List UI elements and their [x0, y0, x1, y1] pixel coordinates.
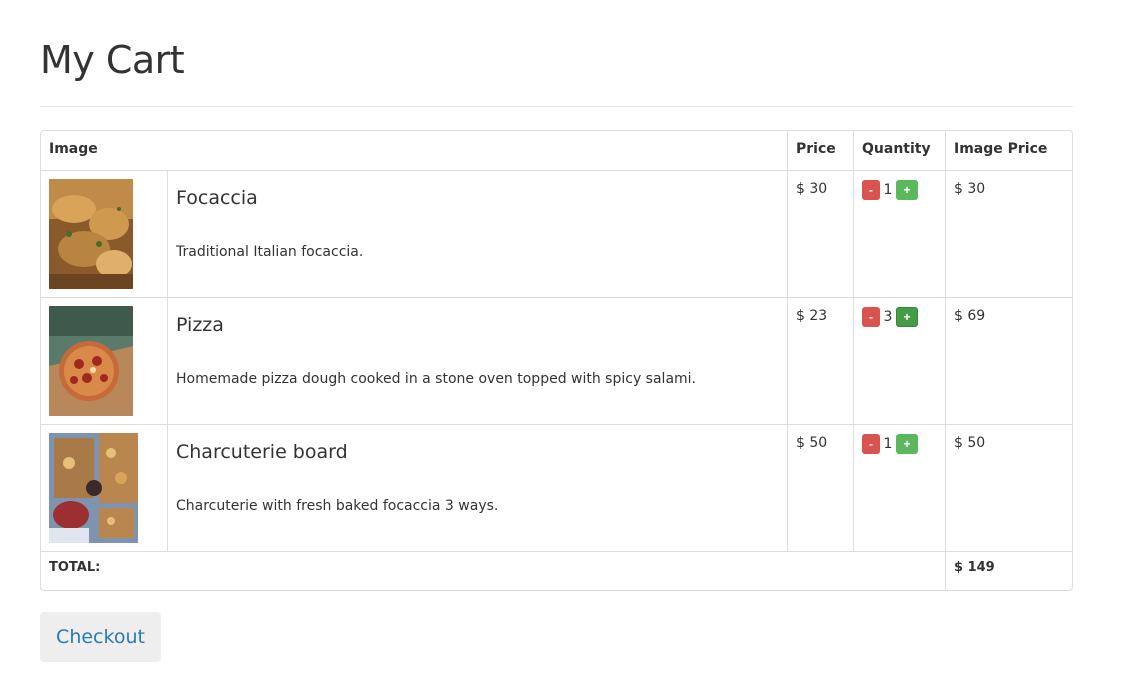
unit-price: $ 30: [796, 181, 828, 197]
product-name: Focaccia: [176, 187, 258, 209]
line-price: $ 30: [954, 181, 986, 197]
increase-quantity-button[interactable]: +: [896, 180, 918, 200]
line-price: $ 69: [954, 308, 986, 324]
price-cell: $ 50: [787, 424, 853, 551]
increase-quantity-button[interactable]: +: [896, 434, 918, 454]
quantity-stepper: - 1 +: [862, 434, 937, 454]
header-image: Image: [49, 141, 98, 157]
decrease-quantity-button[interactable]: -: [862, 307, 880, 327]
pizza-image: [49, 306, 133, 416]
decrease-quantity-button[interactable]: -: [862, 434, 880, 454]
unit-price: $ 23: [796, 308, 828, 324]
total-label: TOTAL:: [41, 551, 945, 590]
product-info-cell: Pizza Homemade pizza dough cooked in a s…: [167, 297, 787, 424]
quantity-value: 1: [883, 436, 893, 452]
title-divider: [40, 106, 1073, 107]
line-price-cell: $ 30: [945, 170, 1072, 297]
header-quantity: Quantity: [853, 131, 945, 170]
product-name: Charcuterie board: [176, 441, 348, 463]
line-price-cell: $ 50: [945, 424, 1072, 551]
product-image-cell: [41, 297, 167, 424]
product-description: Traditional Italian focaccia.: [176, 243, 364, 260]
quantity-stepper: - 3 +: [862, 307, 937, 327]
checkout-button[interactable]: Checkout: [40, 612, 161, 662]
price-cell: $ 23: [787, 297, 853, 424]
product-description: Charcuterie with fresh baked focaccia 3 …: [176, 497, 499, 514]
quantity-cell: - 1 +: [853, 424, 945, 551]
product-image-cell: [41, 170, 167, 297]
product-image-cell: [41, 424, 167, 551]
table-row: Charcuterie board Charcuterie with fresh…: [41, 424, 1072, 551]
quantity-cell: - 3 +: [853, 297, 945, 424]
quantity-cell: - 1 +: [853, 170, 945, 297]
header-line-price: Image Price: [945, 131, 1072, 170]
total-value: $ 149: [945, 551, 1072, 590]
product-name: Pizza: [176, 314, 224, 336]
line-price-cell: $ 69: [945, 297, 1072, 424]
product-description: Homemade pizza dough cooked in a stone o…: [176, 370, 697, 387]
product-info-cell: Charcuterie board Charcuterie with fresh…: [167, 424, 787, 551]
product-info-cell: Focaccia Traditional Italian focaccia.: [167, 170, 787, 297]
cart-table: Image Price Quantity Image Price Focacci…: [40, 130, 1073, 591]
price-cell: $ 30: [787, 170, 853, 297]
unit-price: $ 50: [796, 435, 828, 451]
page-title: My Cart: [40, 38, 185, 82]
increase-quantity-button[interactable]: +: [896, 307, 918, 327]
quantity-value: 3: [883, 309, 893, 325]
table-row: Pizza Homemade pizza dough cooked in a s…: [41, 297, 1072, 424]
line-price: $ 50: [954, 435, 986, 451]
header-price: Price: [787, 131, 853, 170]
quantity-stepper: - 1 +: [862, 180, 937, 200]
decrease-quantity-button[interactable]: -: [862, 180, 880, 200]
quantity-value: 1: [883, 182, 893, 198]
table-row: Focaccia Traditional Italian focaccia. $…: [41, 170, 1072, 297]
table-header-row: Image Price Quantity Image Price: [41, 131, 1072, 170]
total-row: TOTAL: $ 149: [41, 551, 1072, 590]
charcuterie-image: [49, 433, 138, 543]
focaccia-image: [49, 179, 133, 289]
